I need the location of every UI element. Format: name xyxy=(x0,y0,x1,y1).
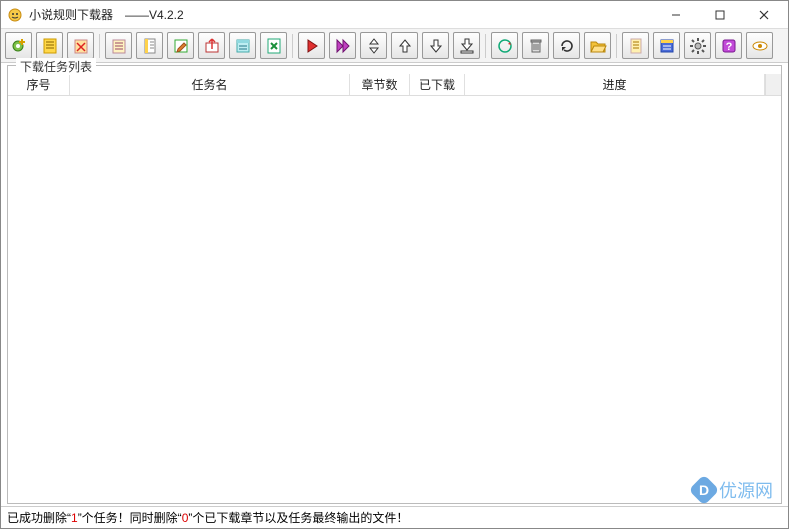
status-text: 已成功删除“1”个任务！同时删除“0”个已下载章节以及任务最终输出的文件！ xyxy=(7,509,408,526)
btn-gear-new[interactable] xyxy=(5,32,32,59)
btn-settings-gear[interactable] xyxy=(684,32,711,59)
minimize-button[interactable] xyxy=(654,1,698,29)
btn-trash[interactable] xyxy=(522,32,549,59)
col-seq[interactable]: 序号 xyxy=(8,74,70,95)
btn-arrow-down-box[interactable] xyxy=(453,32,480,59)
btn-refresh-circle[interactable] xyxy=(491,32,518,59)
btn-notepad-cyan[interactable] xyxy=(229,32,256,59)
toolbar-separator xyxy=(485,34,486,58)
btn-play[interactable] xyxy=(298,32,325,59)
statusbar: 已成功删除“1”个任务！同时删除“0”个已下载章节以及任务最终输出的文件！ xyxy=(1,506,788,528)
toolbar-separator xyxy=(99,34,100,58)
toolbar-separator xyxy=(616,34,617,58)
col-downloaded[interactable]: 已下载 xyxy=(410,74,465,95)
list-header: 序号 任务名 章节数 已下载 进度 xyxy=(8,74,781,96)
col-chapters[interactable]: 章节数 xyxy=(350,74,410,95)
col-name[interactable]: 任务名 xyxy=(70,74,350,95)
btn-doc-yellow[interactable] xyxy=(622,32,649,59)
btn-export-box[interactable] xyxy=(198,32,225,59)
btn-eye[interactable] xyxy=(746,32,773,59)
btn-sheet-x[interactable] xyxy=(260,32,287,59)
list-body[interactable] xyxy=(8,96,781,503)
window-title: 小说规则下载器 ——V4.2.2 xyxy=(29,6,654,23)
btn-folder-open[interactable] xyxy=(584,32,611,59)
task-list-group: 下载任务列表 序号 任务名 章节数 已下载 进度 xyxy=(7,65,782,504)
svg-text:?: ? xyxy=(725,41,732,53)
btn-arrow-up[interactable] xyxy=(391,32,418,59)
toolbar: ? xyxy=(1,29,788,63)
toolbar-separator xyxy=(292,34,293,58)
btn-arrow-down[interactable] xyxy=(422,32,449,59)
btn-edit-pencil[interactable] xyxy=(167,32,194,59)
btn-list-yellow[interactable] xyxy=(36,32,63,59)
btn-play-double[interactable] xyxy=(329,32,356,59)
titlebar: 小说规则下载器 ——V4.2.2 xyxy=(1,1,788,29)
btn-clipboard-red[interactable] xyxy=(67,32,94,59)
btn-arrow-both[interactable] xyxy=(360,32,387,59)
col-progress[interactable]: 进度 xyxy=(465,74,765,95)
btn-notepad-blue[interactable] xyxy=(653,32,680,59)
close-button[interactable] xyxy=(742,1,786,29)
app-icon xyxy=(7,7,23,23)
btn-help[interactable]: ? xyxy=(715,32,742,59)
scrollbar-header-stub xyxy=(765,74,781,95)
btn-notebook[interactable] xyxy=(136,32,163,59)
btn-clipboard-list[interactable] xyxy=(105,32,132,59)
maximize-button[interactable] xyxy=(698,1,742,29)
btn-reload[interactable] xyxy=(553,32,580,59)
group-title: 下载任务列表 xyxy=(16,58,96,75)
